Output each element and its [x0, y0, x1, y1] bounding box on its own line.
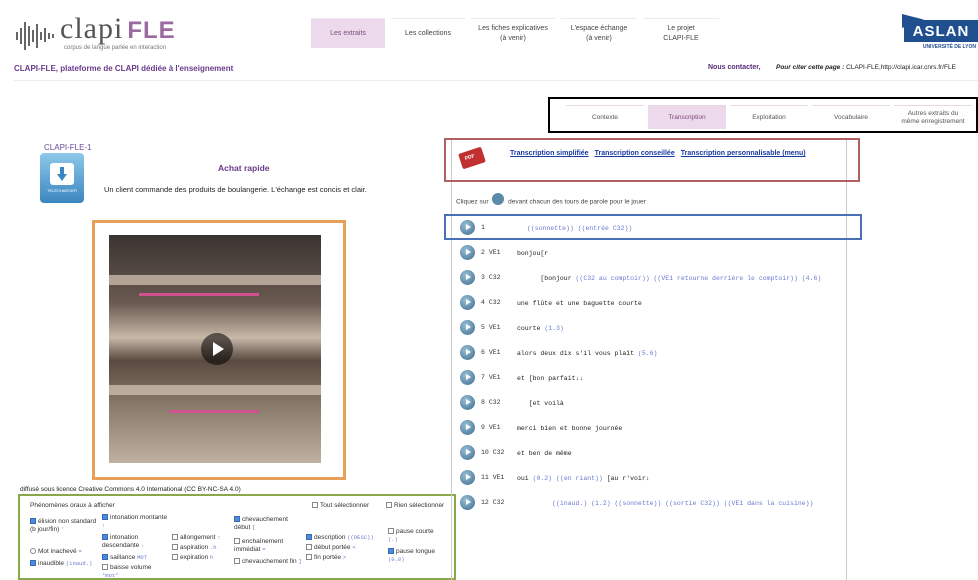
extract-id: CLAPI-FLE-1 — [44, 143, 92, 152]
play-turn-icon[interactable] — [460, 420, 475, 435]
table-row: 11 VE1 oui (0.2) ((en riant)) [au r'voir↓ — [460, 470, 844, 495]
header-divider — [14, 80, 978, 81]
tab-vocabulaire[interactable]: Vocabulaire — [812, 105, 890, 129]
nav-fiches[interactable]: Les fiches explicatives (à venir) — [471, 18, 555, 48]
contact-link[interactable]: Nous contacter, — [708, 64, 761, 71]
table-row: 2 VE1 bonjou[r — [460, 245, 844, 270]
phenomena-title: Phénomènes oraux à afficher — [30, 502, 115, 509]
phen-pause-courte[interactable]: pause courte (.) — [388, 528, 444, 544]
table-row: 9 VE1 merci bien et bonne journée — [460, 420, 844, 445]
select-none-checkbox[interactable]: Rien sélectionner — [386, 502, 444, 509]
play-turn-icon[interactable] — [460, 245, 475, 260]
main-nav: Les extraits Les collections Les fiches … — [311, 18, 719, 48]
phen-baisse-volume[interactable]: baisse volume °mot° — [102, 564, 168, 580]
play-turn-icon[interactable] — [460, 345, 475, 360]
transcription-links: Transcription simplifiée Transcription c… — [510, 150, 806, 157]
play-turn-icon[interactable] — [460, 370, 475, 385]
page: clapi FLE corpus de langue parlée en inte… — [0, 0, 978, 580]
phen-intonation-montante[interactable]: intonation montante ↑ — [102, 514, 168, 530]
phen-aspiration[interactable]: aspiration .h — [172, 544, 238, 552]
nav-collections[interactable]: Les collections — [391, 18, 465, 48]
tab-exploitation[interactable]: Exploitation — [730, 105, 808, 129]
tab-autres-extraits[interactable]: Autres extraits du même enregistrement — [894, 105, 972, 129]
phen-elision[interactable]: élision non standard (b jour/fin) ' — [30, 518, 100, 534]
phen-saillance[interactable]: saillance MOT — [102, 554, 168, 562]
tab-transcription[interactable]: Transcription — [648, 105, 726, 129]
play-icon[interactable] — [201, 333, 233, 365]
phen-enchainement[interactable]: enchaînement immédiat = — [234, 538, 304, 554]
pdf-icon[interactable] — [458, 146, 486, 170]
extract-tabs: Contexte Transcription Exploitation Voca… — [548, 97, 978, 133]
table-row: 4 C32 une flûte et une baguette courte — [460, 295, 844, 320]
table-row: 6 VE1 alors deux dix s'il vous plaît (5.6… — [460, 345, 844, 370]
nav-projet[interactable]: Le projet CLAPI-FLE — [643, 18, 719, 48]
phen-pause-longue[interactable]: pause longue (0.0) — [388, 548, 444, 564]
logo-text: clapi FLE — [60, 12, 176, 45]
play-turn-icon — [492, 193, 505, 205]
table-row: 8 C32 [et voilà — [460, 395, 844, 420]
nav-espace-echange[interactable]: L'espace échange (à venir) — [561, 18, 637, 48]
phen-allongement[interactable]: allongement : — [172, 534, 238, 542]
download-button[interactable]: TÉLÉCHARGER — [40, 153, 84, 203]
license-text: diffusé sous licence Creative Commons 4.… — [20, 486, 241, 493]
link-transcription-conseillee[interactable]: Transcription conseillée — [595, 150, 675, 157]
table-row: 3 C32 [bonjour ((C32 au comptoir)) ((VE1… — [460, 270, 844, 295]
phen-debut-portee[interactable]: début portée < — [306, 544, 386, 552]
tab-contexte[interactable]: Contexte — [566, 105, 644, 129]
logo-subtitle: corpus de langue parlée en interaction — [64, 45, 167, 51]
table-row: 10 C32 et ben de même — [460, 445, 844, 470]
click-instructions: Cliquez sur devant chacun des tours de p… — [456, 193, 646, 208]
clapi-fle-logo[interactable]: clapi FLE corpus de langue parlée en inte… — [14, 12, 176, 56]
play-turn-icon[interactable] — [460, 470, 475, 485]
download-icon — [50, 163, 74, 185]
extract-description: Un client commande des produits de boula… — [104, 185, 367, 194]
phen-chevauchement-fin[interactable]: chevauchement fin ] — [234, 558, 304, 566]
extract-title: Achat rapide — [218, 163, 270, 173]
play-turn-icon[interactable] — [460, 220, 475, 235]
table-row: 12 C32 ((inaud.) (1.2) ((sonnette)) ((so… — [460, 495, 844, 527]
phenomena-panel: Phénomènes oraux à afficher Tout sélecti… — [18, 494, 456, 580]
phen-description[interactable]: description ((DESC)) — [306, 534, 386, 542]
phen-expiration[interactable]: expiration h — [172, 554, 238, 562]
nav-extraits[interactable]: Les extraits — [311, 18, 385, 48]
cite-text: Pour citer cette page : CLAPI-FLE,http:/… — [776, 64, 956, 71]
table-row: 7 VE1 et [bon parfait↓↓ — [460, 370, 844, 395]
play-turn-icon[interactable] — [460, 445, 475, 460]
play-turn-icon[interactable] — [460, 495, 475, 510]
video-player[interactable] — [109, 235, 321, 463]
play-turn-icon[interactable] — [460, 320, 475, 335]
transcription-rows: 1 ((sonnette)) ((entrée C32)) 2 VE1 bonjo… — [460, 220, 844, 527]
phen-inaudible[interactable]: inaudible (inaud.) — [30, 560, 110, 568]
aslan-logo[interactable]: ASLAN UNIVERSITÉ DE LYON — [898, 14, 978, 54]
phen-mot-inacheve[interactable]: Mot inachevé = — [30, 548, 100, 556]
table-row: 5 VE1 courte (1.3) — [460, 320, 844, 345]
play-turn-icon[interactable] — [460, 270, 475, 285]
link-transcription-personnalisable[interactable]: Transcription personnalisable (menu) — [681, 150, 806, 157]
phen-chevauchement-debut[interactable]: chevauchement début [ — [234, 516, 304, 532]
phen-fin-portee[interactable]: fin portée > — [306, 554, 386, 562]
play-turn-icon[interactable] — [460, 395, 475, 410]
link-transcription-simplifiee[interactable]: Transcription simplifiée — [510, 150, 589, 157]
platform-title: CLAPI-FLE, plateforme de CLAPI dédiée à … — [14, 64, 234, 73]
transcription-header: Transcription simplifiée Transcription c… — [444, 138, 860, 182]
sound-wave-icon — [16, 22, 54, 50]
select-all-checkbox[interactable]: Tout sélectionner — [312, 502, 369, 509]
play-turn-icon[interactable] — [460, 295, 475, 310]
phen-intonation-descendante[interactable]: intonation descendante ↓ — [102, 534, 168, 550]
video-frame — [92, 220, 346, 480]
table-row: 1 ((sonnette)) ((entrée C32)) — [460, 220, 844, 245]
